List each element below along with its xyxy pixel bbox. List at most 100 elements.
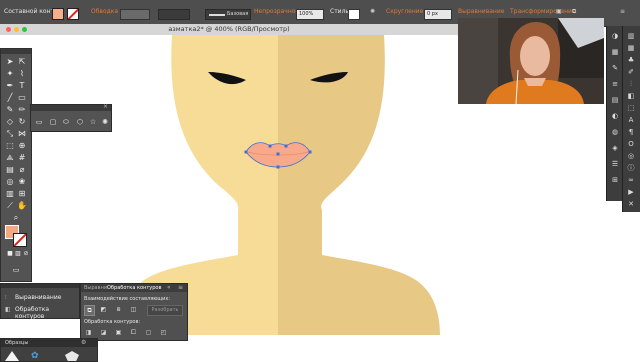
- color-icon[interactable]: ◑: [611, 32, 619, 40]
- pencil-icon[interactable]: ✏: [17, 105, 27, 115]
- pathfinder-panel-icon[interactable]: ◧: [627, 92, 635, 100]
- rounded-rectangle-tool-icon[interactable]: ▢: [49, 119, 57, 126]
- minus-back-icon[interactable]: ◰: [159, 328, 168, 337]
- recolor-icon[interactable]: ✺: [370, 8, 375, 15]
- style-swatch[interactable]: [348, 9, 360, 20]
- align-link[interactable]: Выравнивание: [458, 8, 504, 15]
- align-icon[interactable]: ⫶: [5, 294, 7, 302]
- trim-icon[interactable]: ◪: [99, 328, 108, 337]
- arrange-icon[interactable]: ⧉: [572, 8, 576, 16]
- screen-mode-icon[interactable]: ▭: [11, 265, 21, 275]
- brush-dropdown[interactable]: Базовая: [205, 9, 251, 20]
- tab-align[interactable]: Выравни: [84, 285, 107, 291]
- graphic-styles-icon[interactable]: ◈: [611, 144, 619, 152]
- swatches-menu-icon[interactable]: ⚙: [81, 339, 86, 346]
- intersect-icon[interactable]: ⧈: [114, 305, 123, 314]
- gradient-panel-icon[interactable]: ▤: [611, 96, 619, 104]
- corner-field[interactable]: 0 px: [424, 9, 452, 20]
- selection-icon[interactable]: ➤: [5, 57, 15, 67]
- line-icon[interactable]: ╱: [5, 93, 15, 103]
- width-icon[interactable]: ⋈: [17, 129, 27, 139]
- flyout-close-icon[interactable]: ×: [103, 103, 108, 110]
- symbols-icon[interactable]: ♣: [627, 56, 635, 64]
- opentype-icon[interactable]: O: [627, 140, 635, 148]
- outline-icon[interactable]: ▢: [144, 328, 153, 337]
- transparency-icon[interactable]: ◐: [611, 112, 619, 120]
- appearance-icon[interactable]: ◍: [611, 128, 619, 136]
- color-guide-icon[interactable]: ▦: [611, 48, 619, 56]
- transform-icon[interactable]: ⬚: [627, 104, 635, 112]
- stroke-icon[interactable]: ≡: [611, 80, 619, 88]
- character-icon[interactable]: A: [627, 116, 635, 124]
- expand-button[interactable]: Разобрать: [147, 305, 183, 316]
- opacity-field[interactable]: 100%: [296, 9, 324, 20]
- actions-icon[interactable]: ▶: [627, 188, 635, 196]
- swatches-icon[interactable]: ▦: [627, 44, 635, 52]
- variables-icon[interactable]: ✕: [627, 200, 635, 208]
- crop-icon[interactable]: ⧠: [129, 328, 138, 337]
- artboards-icon[interactable]: ⊞: [611, 176, 619, 184]
- transform-link[interactable]: Трансформирование: [510, 8, 576, 15]
- free-transform-icon[interactable]: ⬚: [5, 141, 15, 151]
- eraser-icon[interactable]: ◇: [5, 117, 15, 127]
- rotate-icon[interactable]: ↻: [17, 117, 27, 127]
- stroke-none-swatch[interactable]: [67, 8, 79, 20]
- layers-icon[interactable]: ☰: [611, 160, 619, 168]
- stroke-color-swatch[interactable]: [13, 233, 27, 247]
- divide-icon[interactable]: ◨: [84, 328, 93, 337]
- star-tool-icon[interactable]: ☆: [89, 119, 97, 126]
- paragraph-icon[interactable]: ¶: [627, 128, 635, 136]
- minus-front-icon[interactable]: ◩: [99, 305, 108, 314]
- isolate-icon[interactable]: ▣: [556, 8, 562, 15]
- exclude-icon[interactable]: ◫: [129, 305, 138, 314]
- zoom-icon[interactable]: ⌕: [11, 213, 21, 223]
- slice-icon[interactable]: ⟋: [5, 201, 15, 211]
- pen-icon[interactable]: ✒: [5, 81, 15, 91]
- magic-wand-icon[interactable]: ✦: [5, 69, 15, 79]
- direct-selection-icon[interactable]: ⇱: [17, 57, 27, 67]
- info-icon[interactable]: ⓘ: [627, 164, 635, 172]
- none-mode-icon[interactable]: ⊘: [21, 249, 31, 259]
- artboard-icon[interactable]: ⊞: [17, 189, 27, 199]
- type-icon[interactable]: T: [17, 81, 27, 91]
- eyedropper-icon[interactable]: ⌀: [17, 165, 27, 175]
- rectangle-icon[interactable]: ▭: [17, 93, 27, 103]
- corner-value: 0 px: [427, 11, 438, 17]
- align-panel-icon[interactable]: ⫶: [627, 80, 635, 88]
- ellipse-tool-icon[interactable]: ⬭: [62, 119, 70, 126]
- hand-icon[interactable]: ✋: [17, 201, 27, 211]
- panel-options-icon[interactable]: ≡: [178, 284, 183, 291]
- rectangle-tool-icon[interactable]: ▭: [35, 119, 43, 126]
- mesh-icon[interactable]: #: [17, 153, 27, 163]
- pathfinder-panel-tab[interactable]: Обработка контуров: [15, 306, 79, 320]
- polygon-tool-icon[interactable]: ⬡: [76, 119, 84, 126]
- lasso-icon[interactable]: ⌇: [17, 69, 27, 79]
- unite-icon[interactable]: ⧉: [84, 305, 95, 316]
- panel-menu-icon[interactable]: ≡: [620, 8, 625, 15]
- stroke-weight-field[interactable]: [120, 9, 150, 20]
- brushes-icon[interactable]: ✎: [611, 64, 619, 72]
- tab-pathfinder[interactable]: Обработка контуров: [107, 285, 161, 291]
- flare-tool-icon[interactable]: ✺: [101, 119, 109, 126]
- collapse-icon[interactable]: «: [167, 284, 171, 291]
- brush-library-icon[interactable]: ✐: [627, 68, 635, 76]
- blend-icon[interactable]: ◎: [5, 177, 15, 187]
- corner-link[interactable]: Скругление: [386, 8, 423, 15]
- align-panel-tab[interactable]: Выравнивание: [15, 294, 61, 301]
- pathfinder-icon[interactable]: ◧: [5, 306, 11, 313]
- links-icon[interactable]: ∞: [627, 176, 635, 184]
- fill-swatch[interactable]: [52, 8, 64, 20]
- scale-icon[interactable]: ⤡: [5, 129, 15, 139]
- stroke-link[interactable]: Обводка: [91, 8, 118, 15]
- navigator-icon[interactable]: ◎: [627, 152, 635, 160]
- paintbrush-icon[interactable]: ✎: [5, 105, 15, 115]
- libraries-icon[interactable]: ▥: [627, 32, 635, 40]
- gradient-icon[interactable]: ▤: [5, 165, 15, 175]
- symbol-sprayer-icon[interactable]: ❀: [17, 177, 27, 187]
- variable-width-dropdown[interactable]: [158, 9, 190, 20]
- swatches-title: Образцы: [5, 340, 29, 346]
- merge-icon[interactable]: ▣: [114, 328, 123, 337]
- graph-icon[interactable]: ▥: [5, 189, 15, 199]
- shape-builder-icon[interactable]: ⊕: [17, 141, 27, 151]
- perspective-icon[interactable]: ⟁: [5, 153, 15, 163]
